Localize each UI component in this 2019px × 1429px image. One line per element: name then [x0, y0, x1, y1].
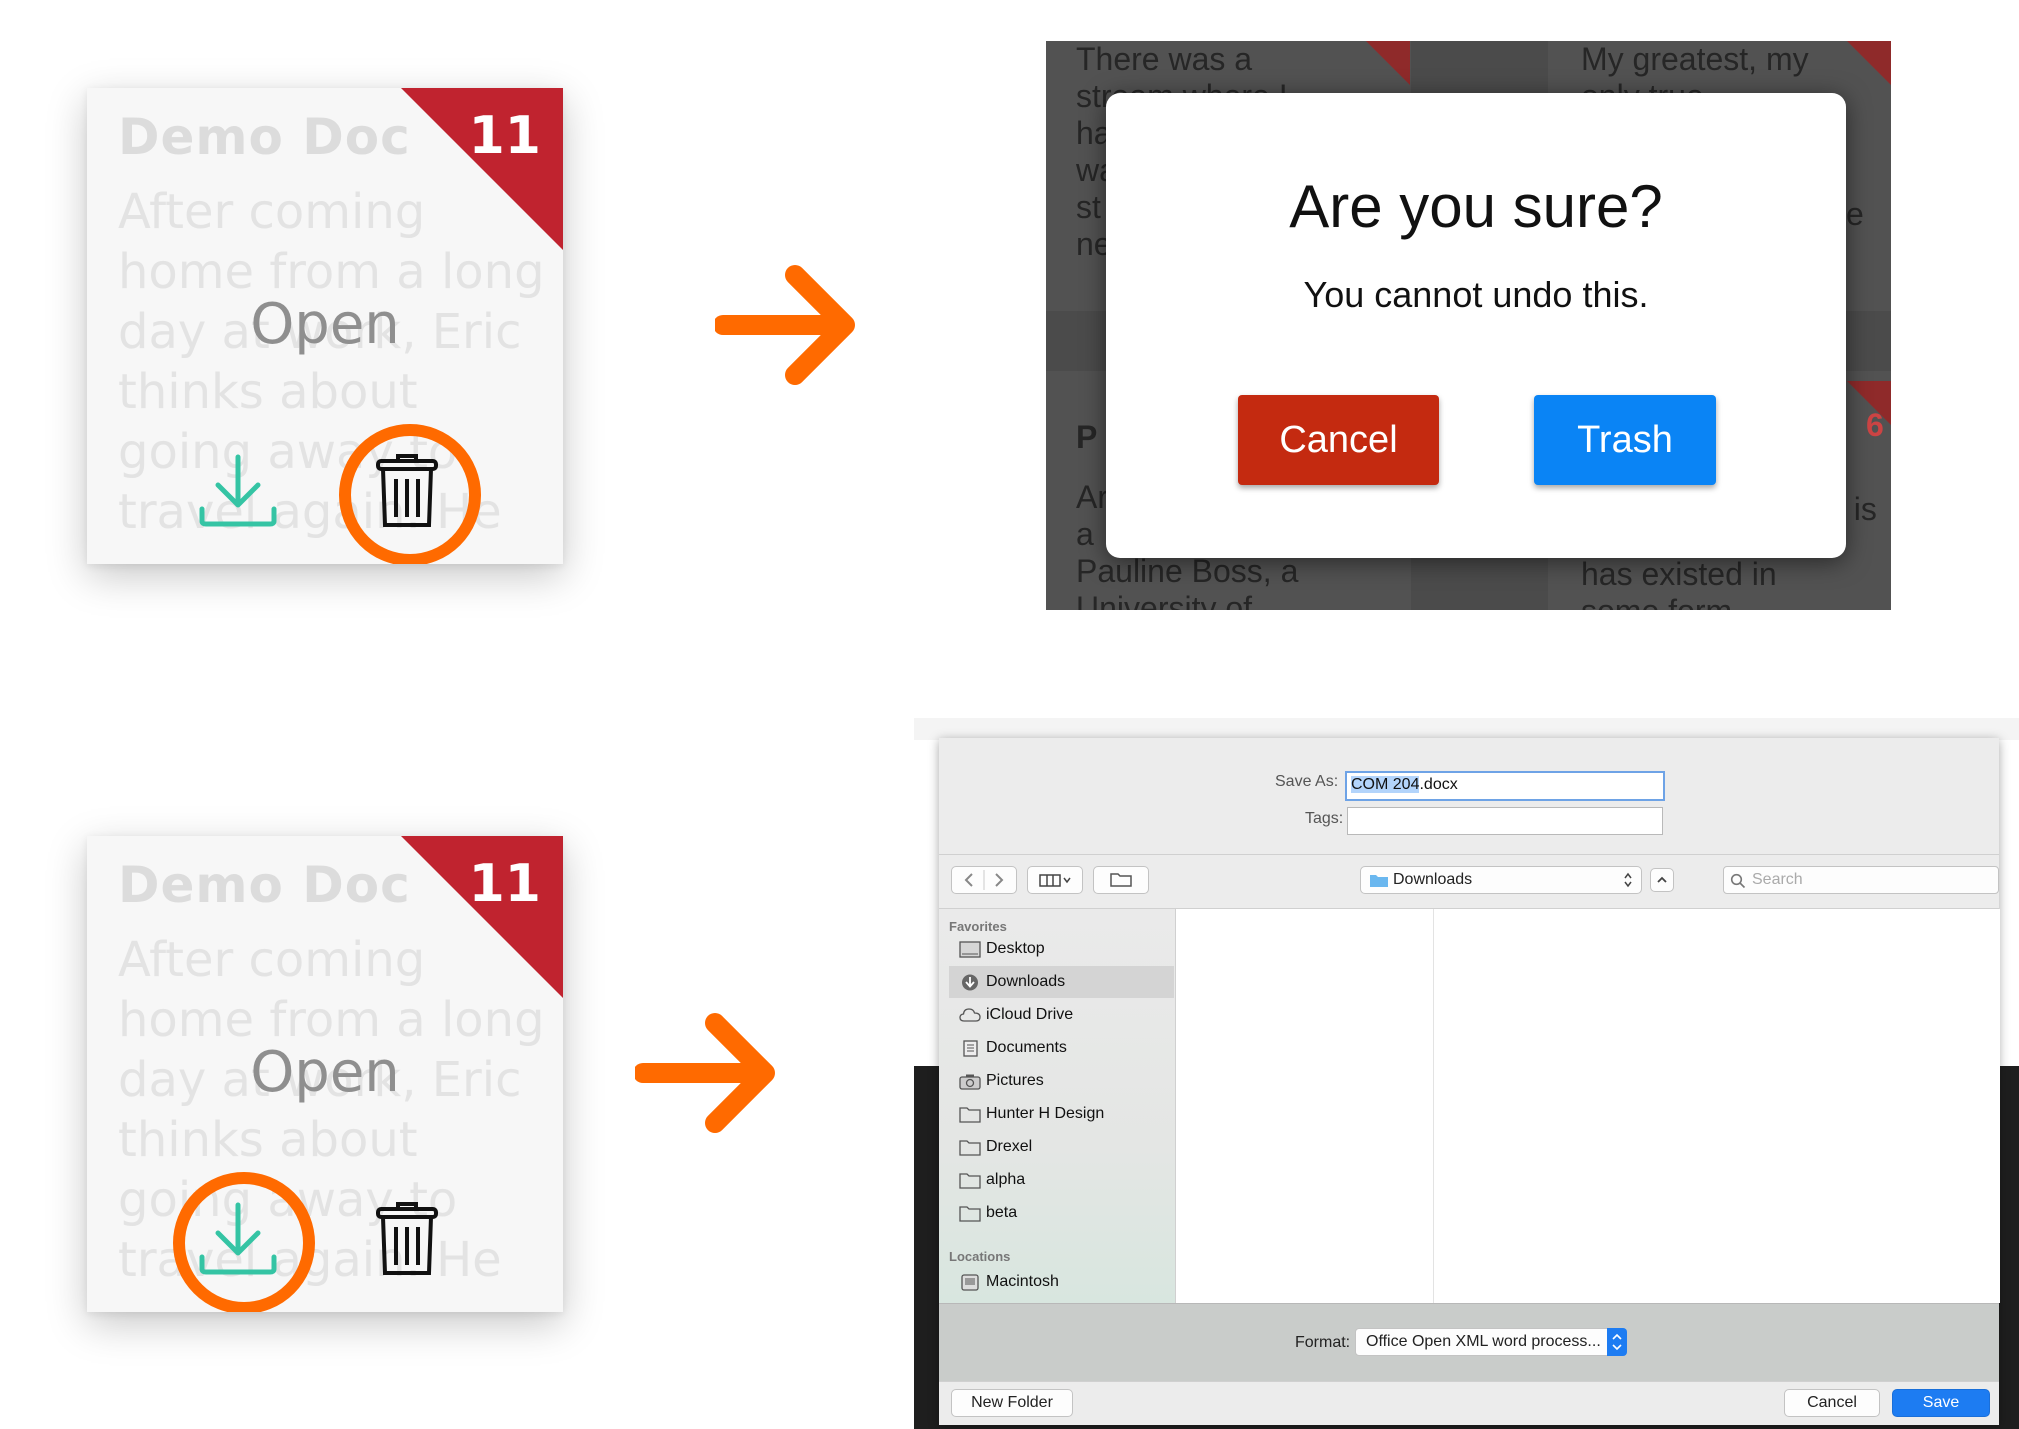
camera-icon [959, 1074, 981, 1090]
background-badge [1366, 41, 1410, 85]
sidebar: Favorites Desktop Downloads iCloud Drive… [939, 909, 1175, 1303]
card-title: Demo Doc [118, 108, 411, 166]
save-button[interactable]: Save [1892, 1389, 1990, 1417]
folder-icon [1370, 875, 1388, 887]
card-badge-count: 11 [468, 106, 541, 166]
open-button[interactable]: Open [87, 1038, 563, 1108]
confirm-dialog-screenshot: There was a stream where I ha wa st ne M… [1046, 41, 1891, 610]
trash-button[interactable]: Trash [1534, 395, 1716, 485]
sidebar-item-label: Documents [986, 1039, 1067, 1056]
new-folder-button[interactable]: New Folder [951, 1389, 1073, 1417]
highlight-circle [173, 1172, 315, 1312]
cancel-button[interactable]: Cancel [1784, 1389, 1880, 1417]
format-select-stepper [1607, 1328, 1627, 1356]
save-dialog-screenshot: effect Save As: COM 204.docx Tags: [914, 718, 2019, 1429]
sidebar-item-alpha[interactable]: alpha [949, 1164, 1174, 1196]
format-value: Office Open XML word process... [1366, 1333, 1601, 1350]
collapse-button[interactable] [1650, 868, 1674, 892]
background-text: has existed in some form [1581, 556, 1777, 610]
desktop-icon [959, 941, 981, 958]
sidebar-item-label: alpha [986, 1171, 1026, 1188]
new-folder-icon-button[interactable] [1093, 866, 1149, 894]
location-popup[interactable]: Downloads [1360, 866, 1642, 894]
toolbar-divider [939, 854, 1999, 855]
sidebar-item-beta[interactable]: beta [949, 1197, 1174, 1229]
folder-icon [959, 1206, 981, 1222]
search-placeholder: Search [1752, 871, 1803, 888]
format-label: Format: [1295, 1334, 1351, 1351]
tags-label: Tags: [1305, 810, 1344, 827]
trash-icon[interactable] [376, 1201, 438, 1277]
folder-icon [959, 1140, 981, 1156]
downloads-icon [962, 974, 978, 991]
sidebar-item-pictures[interactable]: Pictures [949, 1065, 1174, 1097]
dialog-title: Are you sure? [1289, 173, 1663, 240]
documents-icon [963, 1040, 978, 1057]
file-browser[interactable] [1175, 909, 2000, 1303]
sidebar-item-label: beta [986, 1204, 1018, 1221]
save-as-label: Save As: [1275, 773, 1339, 790]
confirm-dialog: Are you sure? You cannot undo this. Canc… [1106, 93, 1846, 558]
tags-field[interactable] [1347, 807, 1663, 835]
arrow-right-icon [635, 1013, 775, 1133]
page-strip [914, 718, 2019, 740]
sidebar-item-label: Desktop [986, 940, 1045, 957]
search-field[interactable]: Search [1723, 866, 1999, 894]
card-badge-count: 11 [468, 854, 541, 914]
folder-icon [959, 1173, 981, 1189]
filename-field[interactable]: COM 204.docx [1345, 771, 1665, 801]
back-forward-buttons[interactable] [951, 866, 1017, 894]
sidebar-item-hunter-h-design[interactable]: Hunter H Design [949, 1098, 1174, 1130]
document-card-download-example[interactable]: Demo Doc After coming home from a long d… [87, 836, 563, 1312]
updown-chevron-icon [1624, 872, 1632, 888]
card-title: Demo Doc [118, 856, 411, 914]
document-card-trash-example[interactable]: Demo Doc After coming home from a long d… [87, 88, 563, 564]
sidebar-item-downloads[interactable]: Downloads [949, 966, 1174, 998]
background-badge-count: 6 [1866, 407, 1884, 443]
filename-extension: .docx [1419, 776, 1458, 793]
search-icon [1730, 873, 1746, 889]
save-sheet: Save As: COM 204.docx Tags: Downloads Se… [939, 738, 2000, 1425]
format-select[interactable]: Office Open XML word process... [1355, 1328, 1627, 1356]
open-button[interactable]: Open [87, 290, 563, 360]
dialog-message: You cannot undo this. [1303, 274, 1649, 315]
sidebar-item-documents[interactable]: Documents [949, 1032, 1174, 1064]
hard-drive-icon [961, 1274, 979, 1291]
sidebar-item-label: Hunter H Design [986, 1105, 1105, 1122]
folder-icon [959, 1107, 981, 1123]
sidebar-item-label: Macintosh [986, 1273, 1059, 1290]
updown-chevron-icon [1612, 1333, 1622, 1351]
sidebar-item-macintosh[interactable]: Macintosh [949, 1266, 1174, 1298]
sidebar-item-label: Downloads [986, 973, 1066, 990]
locations-header: Locations [949, 1249, 1011, 1264]
download-icon[interactable] [198, 451, 278, 531]
sidebar-item-label: Drexel [986, 1138, 1033, 1155]
background-text: e [1846, 196, 1864, 232]
location-label: Downloads [1393, 871, 1473, 888]
sidebar-item-drexel[interactable]: Drexel [949, 1131, 1174, 1163]
format-bar: Format: Office Open XML word process... [939, 1303, 1999, 1382]
favorites-header: Favorites [949, 919, 1007, 934]
view-options-button[interactable] [1027, 866, 1083, 894]
background-text: P [1076, 419, 1098, 455]
column-divider [1433, 909, 1434, 1303]
cloud-icon [959, 1008, 981, 1022]
sidebar-item-label: iCloud Drive [986, 1006, 1074, 1023]
arrow-right-icon [715, 265, 855, 385]
chevron-up-icon [1657, 876, 1667, 883]
filename-selection: COM 204 [1351, 776, 1420, 793]
sidebar-item-label: Pictures [986, 1072, 1044, 1089]
sidebar-item-icloud-drive[interactable]: iCloud Drive [949, 999, 1174, 1031]
cancel-button[interactable]: Cancel [1238, 395, 1439, 485]
background-badge [1847, 41, 1891, 85]
highlight-circle [339, 424, 481, 564]
sidebar-item-desktop[interactable]: Desktop [949, 933, 1174, 965]
